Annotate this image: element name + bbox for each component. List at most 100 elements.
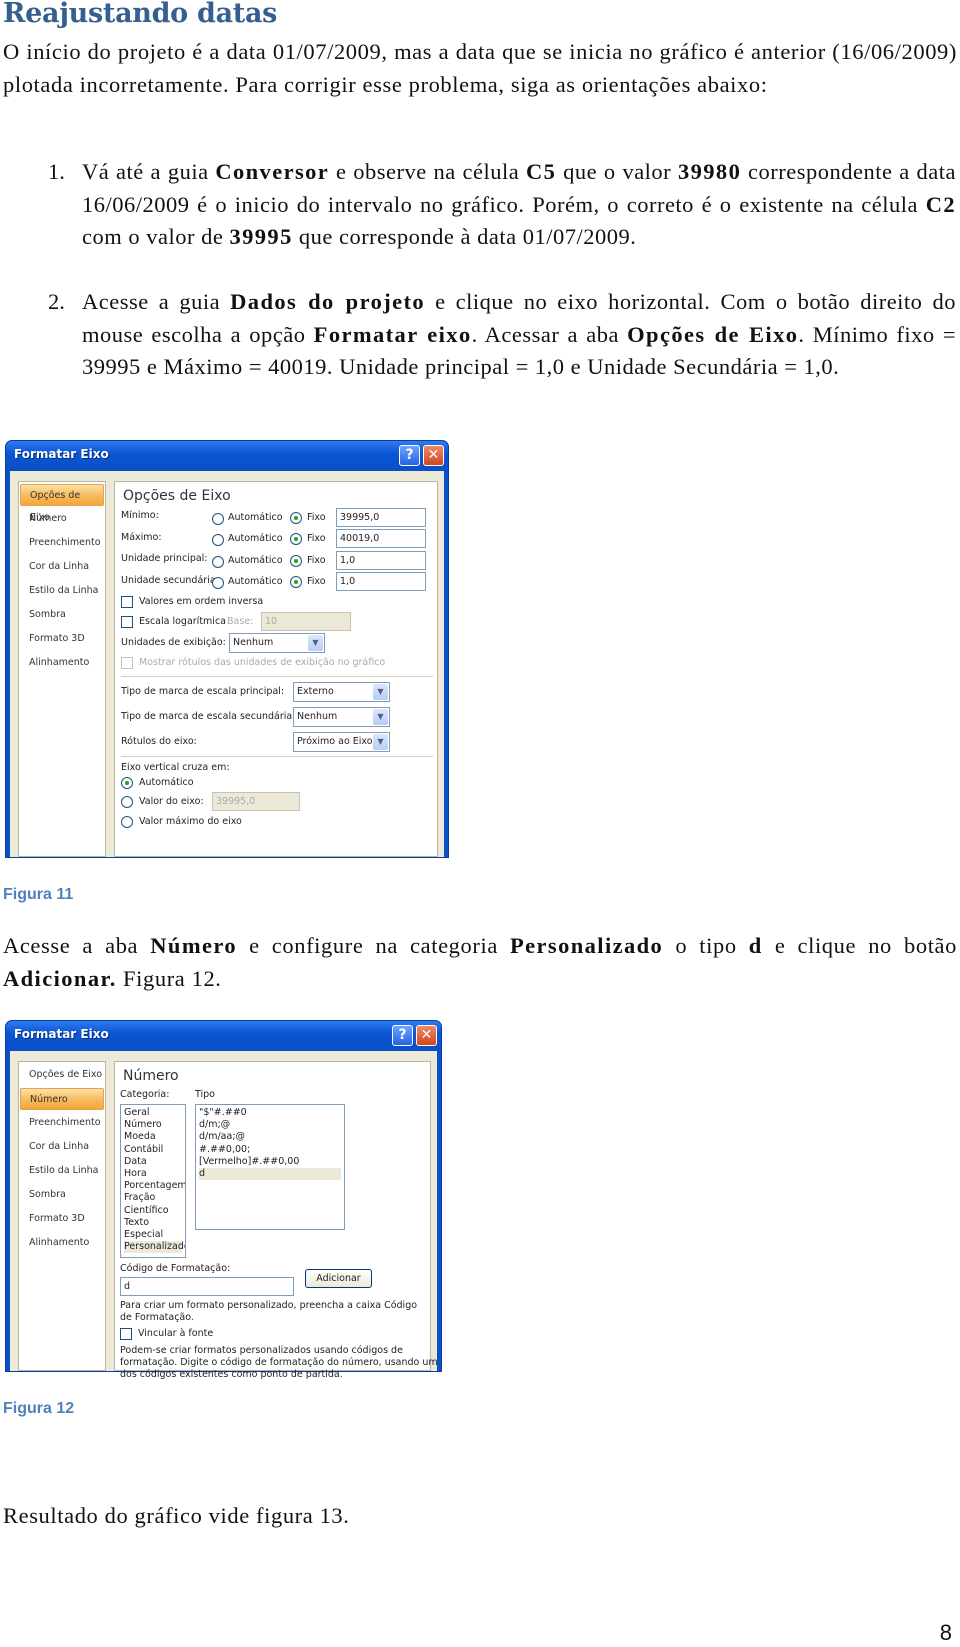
cross-auto-radio[interactable] [121,777,133,789]
dialog-nav: Opções de Eixo Número Preenchimento Cor … [18,481,106,857]
nav-item-axis-options[interactable]: Opções de Eixo [20,484,104,523]
category-item[interactable]: Texto [124,1217,182,1229]
dialog-title: Formatar Eixo [14,1027,109,1041]
category-list[interactable]: Geral Número Moeda Contábil Data Hora Po… [120,1104,186,1258]
major-unit-input[interactable]: 1,0 [336,551,426,570]
minor-unit-fixed-radio[interactable] [290,576,302,588]
major-unit-auto-label: Automático [228,555,283,566]
minor-unit-auto-radio[interactable] [212,577,224,589]
nav-item-shadow[interactable]: Sombra [20,1184,104,1206]
minimum-input[interactable]: 39995,0 [336,508,426,527]
minor-unit-auto-label: Automático [228,576,283,587]
chevron-down-icon: ▼ [308,635,323,651]
minor-tick-label: Tipo de marca de escala secundária: [121,711,296,722]
major-unit-fixed-radio[interactable] [290,555,302,567]
link-source-label: Vincular à fonte [138,1328,214,1339]
category-item[interactable]: Moeda [124,1131,182,1143]
number-tab-paragraph: Acesse a aba Número e configure na categ… [3,933,957,991]
cross-value-radio[interactable] [121,796,133,808]
maximum-label: Máximo: [121,532,162,543]
step-1-text: Vá até a guia Conversor e observe na cél… [82,159,956,249]
help-icon[interactable]: ? [392,1025,413,1046]
divider [121,756,433,757]
minor-unit-input[interactable]: 1,0 [336,572,426,591]
step-2-number: 2. [48,289,65,314]
display-units-select[interactable]: Nenhum ▼ [229,633,325,653]
cross-max-radio[interactable] [121,816,133,828]
display-units-label: Unidades de exibição: [121,637,226,648]
minor-tick-select[interactable]: Nenhum ▼ [293,707,390,727]
minor-unit-label: Unidade secundária: [121,575,219,586]
close-icon[interactable]: ✕ [416,1025,437,1046]
link-source-checkbox[interactable] [120,1328,132,1340]
dialog-body: Opções de Eixo Número Preenchimento Cor … [10,471,444,857]
nav-item-fill[interactable]: Preenchimento [20,1112,104,1134]
cross-max-label: Valor máximo do eixo [139,816,242,827]
dialog-title-bar: Formatar Eixo ? ✕ [6,441,448,471]
category-item[interactable]: Porcentagem [124,1180,185,1192]
reverse-order-checkbox[interactable] [121,596,133,608]
intro-paragraph: O início do projeto é a data 01/07/2009,… [3,39,957,97]
category-item[interactable]: Geral [124,1107,182,1119]
number-pane: Número Categoria: Tipo Geral Número Moed… [114,1061,438,1380]
nav-item-line-color[interactable]: Cor da Linha [20,1136,104,1158]
dialog-title: Formatar Eixo [14,447,109,461]
axis-labels-select[interactable]: Próximo ao Eixo ▼ [293,732,390,752]
category-item[interactable]: Hora [124,1168,182,1180]
chevron-down-icon: ▼ [373,734,388,750]
type-item[interactable]: d/m;@ [199,1119,341,1131]
category-item[interactable]: Data [124,1156,182,1168]
category-item[interactable]: Número [124,1119,182,1131]
add-button[interactable]: Adicionar [305,1269,372,1288]
page-number: 8 [939,1620,952,1645]
minimum-auto-radio[interactable] [212,513,224,525]
type-item[interactable]: d/m/aa;@ [199,1131,341,1143]
minor-unit-fixed-label: Fixo [307,576,326,587]
type-item-selected[interactable]: d [199,1168,341,1181]
type-item[interactable]: #.##0,00;[Vermelho]#.##0,00 [199,1144,341,1168]
maximum-input[interactable]: 40019,0 [336,529,426,548]
maximum-fixed-radio[interactable] [290,533,302,545]
nav-item-axis-options[interactable]: Opções de Eixo [20,1064,104,1086]
nav-item-fill[interactable]: Preenchimento [20,532,104,554]
nav-item-3d-format[interactable]: Formato 3D [20,628,104,650]
base-input[interactable]: 10 [261,612,351,631]
axis-labels-label: Rótulos do eixo: [121,736,197,747]
nav-item-line-color[interactable]: Cor da Linha [20,556,104,578]
pane-title: Número [123,1068,179,1084]
type-list[interactable]: "$"#.##0 d/m;@ d/m/aa;@ #.##0,00;[Vermel… [195,1104,345,1230]
category-item[interactable]: Contábil [124,1144,182,1156]
category-item-selected[interactable]: Personalizado [124,1241,185,1254]
minimum-fixed-label: Fixo [307,512,326,523]
nav-item-3d-format[interactable]: Formato 3D [20,1208,104,1230]
reverse-order-label: Valores em ordem inversa [139,596,264,607]
cross-at-label: Eixo vertical cruza em: [121,762,230,773]
category-label: Categoria: [120,1089,170,1100]
cross-value-input[interactable]: 39995,0 [212,792,300,811]
major-unit-auto-radio[interactable] [212,556,224,568]
dialog-title-bar: Formatar Eixo ? ✕ [6,1021,441,1051]
show-units-checkbox[interactable] [121,657,133,669]
type-item[interactable]: "$"#.##0 [199,1107,341,1119]
cross-auto-label: Automático [139,777,194,788]
nav-item-line-style[interactable]: Estilo da Linha [20,580,104,602]
category-item[interactable]: Fração [124,1192,182,1204]
nav-item-line-style[interactable]: Estilo da Linha [20,1160,104,1182]
nav-item-number[interactable]: Número [20,1088,104,1110]
log-scale-checkbox[interactable] [121,616,133,628]
nav-item-alignment[interactable]: Alinhamento [20,1232,104,1254]
close-icon[interactable]: ✕ [423,445,444,466]
category-item[interactable]: Científico [124,1205,182,1217]
nav-item-shadow[interactable]: Sombra [20,604,104,626]
nav-item-alignment[interactable]: Alinhamento [20,652,104,674]
nav-item-number[interactable]: Número [20,508,104,530]
category-item[interactable]: Especial [124,1229,182,1241]
minimum-fixed-radio[interactable] [290,512,302,524]
figure-12-caption: Figura 12 [3,1400,75,1417]
section-heading: Reajustando datas [3,0,278,29]
maximum-auto-radio[interactable] [212,534,224,546]
format-code-input[interactable]: d [120,1277,294,1296]
help-icon[interactable]: ? [399,445,420,466]
major-tick-select[interactable]: Externo ▼ [293,682,390,702]
maximum-fixed-label: Fixo [307,533,326,544]
